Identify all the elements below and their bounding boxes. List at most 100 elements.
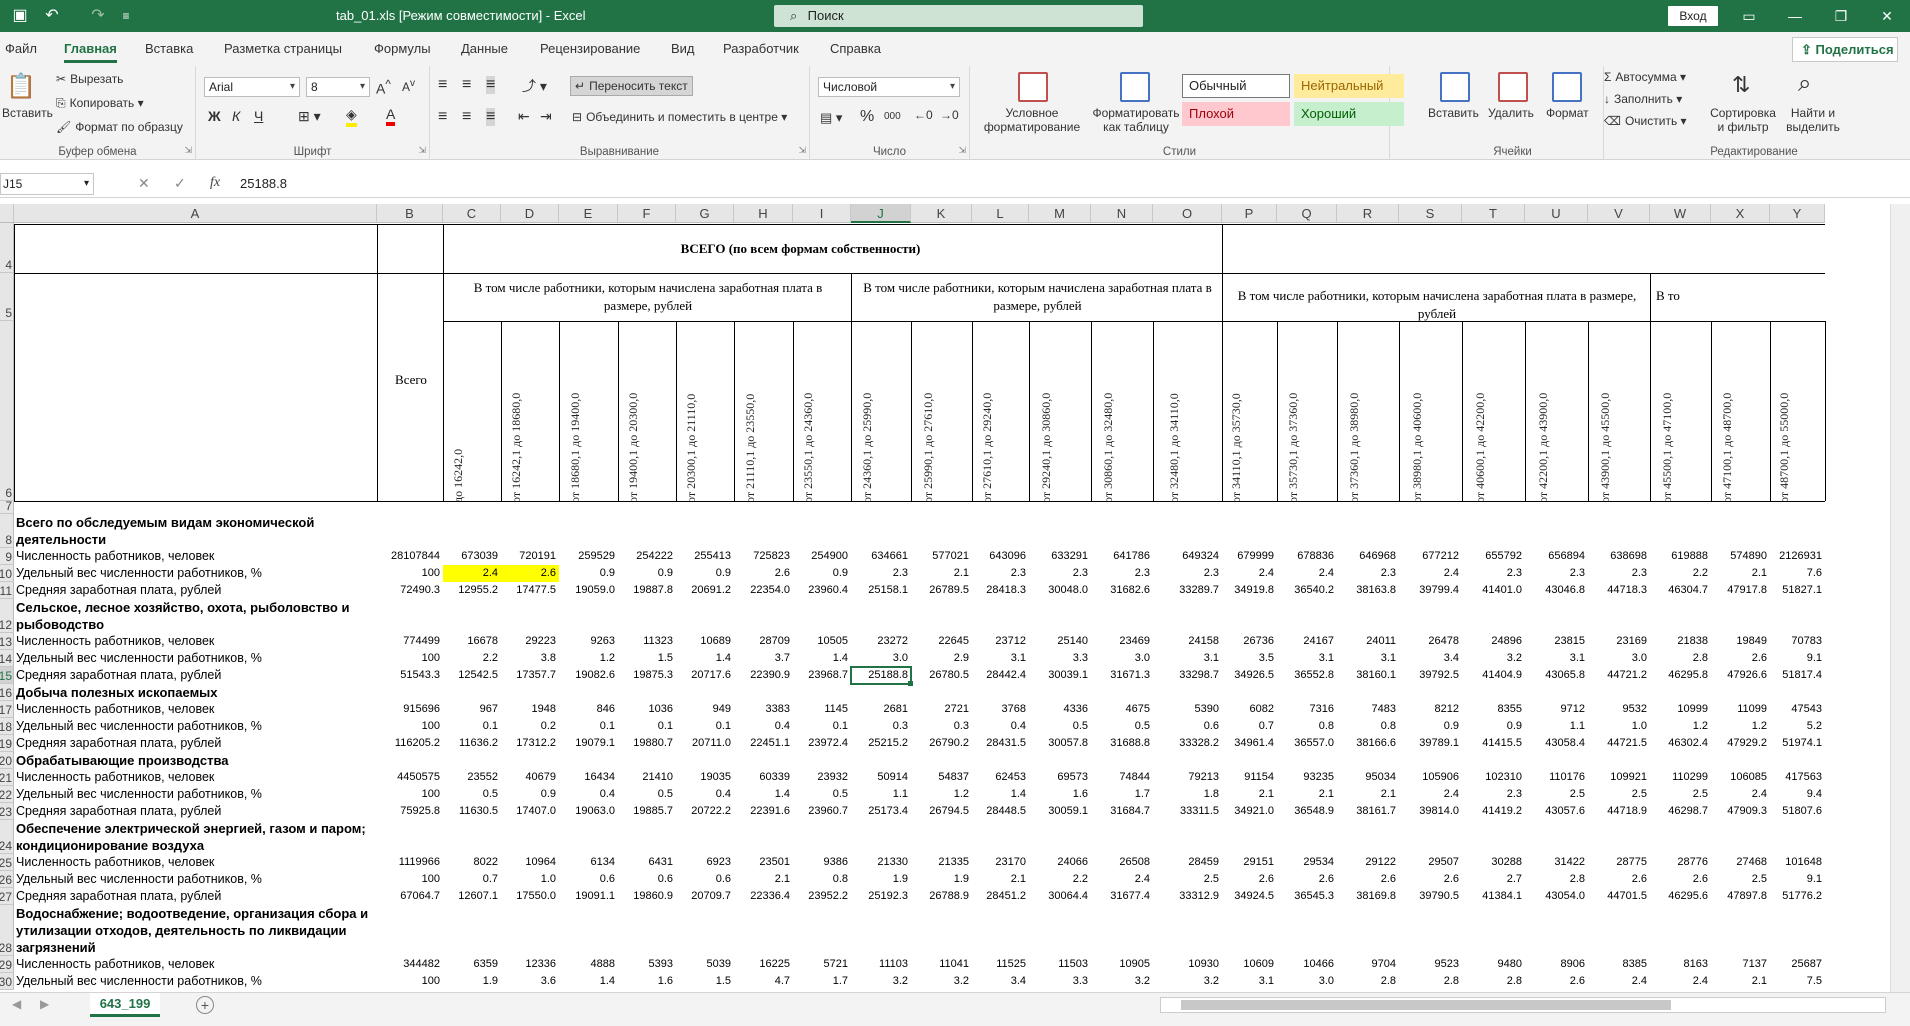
data-cell[interactable]: 23960.7 — [793, 803, 851, 820]
data-cell[interactable]: 3.1 — [1277, 650, 1337, 667]
data-cell[interactable]: 11099 — [1711, 701, 1770, 718]
data-cell[interactable]: 2.6 — [1588, 871, 1650, 888]
data-cell[interactable]: 29534 — [1277, 854, 1337, 871]
data-cell[interactable]: 2.1 — [1222, 786, 1277, 803]
data-cell[interactable]: 10964 — [501, 854, 559, 871]
data-cell[interactable]: 22645 — [911, 633, 972, 650]
data-cell[interactable]: 28451.2 — [972, 888, 1029, 905]
data-cell[interactable]: 51543.3 — [377, 667, 443, 684]
data-cell[interactable]: 0.6 — [676, 871, 734, 888]
data-cell[interactable]: 1.1 — [1525, 718, 1588, 735]
data-cell[interactable]: 41415.5 — [1462, 735, 1525, 752]
data-cell[interactable]: 725823 — [734, 548, 793, 565]
copy-button[interactable]: ⎘ Копировать ▾ — [56, 96, 144, 111]
tab-review[interactable]: Рецензирование — [540, 41, 640, 56]
data-cell[interactable]: 2.1 — [1711, 565, 1770, 582]
data-cell[interactable]: 101648 — [1770, 854, 1825, 871]
increase-font-icon[interactable]: A^ — [376, 78, 391, 97]
row-header-23[interactable]: 23 — [0, 803, 14, 820]
data-cell[interactable]: 3.1 — [972, 650, 1029, 667]
data-cell[interactable]: 41404.9 — [1462, 667, 1525, 684]
data-cell[interactable]: 69573 — [1029, 769, 1091, 786]
data-cell[interactable]: 22391.6 — [734, 803, 793, 820]
data-cell[interactable]: 2.6 — [1337, 871, 1399, 888]
data-cell[interactable]: 2.6 — [1525, 973, 1588, 990]
data-cell[interactable]: 9532 — [1588, 701, 1650, 718]
data-cell[interactable]: 2.6 — [1650, 871, 1711, 888]
data-cell[interactable]: 3.1 — [1337, 650, 1399, 667]
data-cell[interactable]: 10466 — [1277, 956, 1337, 973]
data-cell[interactable]: 20709.7 — [676, 888, 734, 905]
conditional-format-button[interactable]: Условное форматирование — [976, 106, 1088, 134]
data-cell[interactable]: 31688.8 — [1091, 735, 1153, 752]
data-cell[interactable]: 2.9 — [911, 650, 972, 667]
data-cell[interactable]: 2.1 — [911, 565, 972, 582]
data-cell[interactable]: 43065.8 — [1525, 667, 1588, 684]
sort-filter-button[interactable]: Сортировка и фильтр — [1708, 106, 1778, 134]
data-cell[interactable]: 0.9 — [1399, 718, 1462, 735]
data-cell[interactable]: 2.1 — [734, 871, 793, 888]
data-cell[interactable]: 0.2 — [501, 718, 559, 735]
style-normal[interactable]: Обычный — [1182, 74, 1290, 98]
data-cell[interactable]: 2.3 — [1462, 565, 1525, 582]
data-cell[interactable]: 633291 — [1029, 548, 1091, 565]
data-cell[interactable]: 23932 — [793, 769, 851, 786]
data-cell[interactable]: 577021 — [911, 548, 972, 565]
data-cell[interactable]: 2.8 — [1525, 871, 1588, 888]
data-cell[interactable]: 62453 — [972, 769, 1029, 786]
data-cell[interactable]: 30059.1 — [1029, 803, 1091, 820]
data-cell[interactable]: 17357.7 — [501, 667, 559, 684]
data-cell[interactable]: 12955.2 — [443, 582, 501, 599]
data-cell[interactable]: 36548.9 — [1277, 803, 1337, 820]
data-cell[interactable]: 17312.2 — [501, 735, 559, 752]
data-cell[interactable]: 9263 — [559, 633, 618, 650]
data-cell[interactable]: 7483 — [1337, 701, 1399, 718]
data-cell[interactable]: 44718.3 — [1588, 582, 1650, 599]
decrease-decimal-icon[interactable]: →0 — [940, 108, 959, 122]
data-cell[interactable]: 0.7 — [443, 871, 501, 888]
data-cell[interactable]: 4450575 — [377, 769, 443, 786]
data-cell[interactable]: 16678 — [443, 633, 501, 650]
data-cell[interactable]: 30057.8 — [1029, 735, 1091, 752]
italic-button[interactable]: К — [232, 108, 240, 124]
delete-cells-icon[interactable] — [1498, 72, 1528, 102]
style-bad[interactable]: Плохой — [1182, 102, 1290, 126]
data-cell[interactable]: 8906 — [1525, 956, 1588, 973]
data-cell[interactable]: 1.2 — [1711, 718, 1770, 735]
data-cell[interactable]: 0.8 — [793, 871, 851, 888]
data-cell[interactable]: 0.9 — [793, 565, 851, 582]
data-cell[interactable]: 2.2 — [443, 650, 501, 667]
data-cell[interactable]: 25173.4 — [851, 803, 911, 820]
orientation-icon[interactable]: ⤴ ▾ — [522, 76, 547, 96]
font-size-select[interactable]: 8 — [306, 77, 370, 97]
font-launcher-icon[interactable]: ⇲ — [418, 145, 426, 156]
data-cell[interactable]: 949 — [676, 701, 734, 718]
format-table-icon[interactable] — [1120, 72, 1150, 102]
data-cell[interactable]: 19849 — [1711, 633, 1770, 650]
data-cell[interactable]: 1.2 — [911, 786, 972, 803]
data-cell[interactable]: 9386 — [793, 854, 851, 871]
data-cell[interactable]: 11636.2 — [443, 735, 501, 752]
column-header-K[interactable]: K — [911, 204, 972, 223]
data-cell[interactable]: 36552.8 — [1277, 667, 1337, 684]
data-cell[interactable]: 31677.4 — [1091, 888, 1153, 905]
data-cell[interactable]: 2.3 — [851, 565, 911, 582]
data-cell[interactable]: 3.4 — [972, 973, 1029, 990]
cut-button[interactable]: ✂ Вырезать — [56, 72, 123, 86]
data-cell[interactable]: 2.3 — [1091, 565, 1153, 582]
data-cell[interactable]: 22336.4 — [734, 888, 793, 905]
column-header-N[interactable]: N — [1091, 204, 1153, 223]
data-cell[interactable]: 23815 — [1525, 633, 1588, 650]
style-neutral[interactable]: Нейтральный — [1294, 74, 1404, 98]
data-cell[interactable]: 10689 — [676, 633, 734, 650]
data-cell[interactable]: 38161.7 — [1337, 803, 1399, 820]
data-cell[interactable]: 28776 — [1650, 854, 1711, 871]
data-cell[interactable]: 29151 — [1222, 854, 1277, 871]
style-good[interactable]: Хороший — [1294, 102, 1404, 126]
data-cell[interactable]: 6431 — [618, 854, 676, 871]
data-cell[interactable]: 0.9 — [501, 786, 559, 803]
data-cell[interactable]: 26790.2 — [911, 735, 972, 752]
data-cell[interactable]: 1948 — [501, 701, 559, 718]
insert-cells-icon[interactable] — [1440, 72, 1470, 102]
conditional-format-icon[interactable] — [1018, 72, 1048, 102]
